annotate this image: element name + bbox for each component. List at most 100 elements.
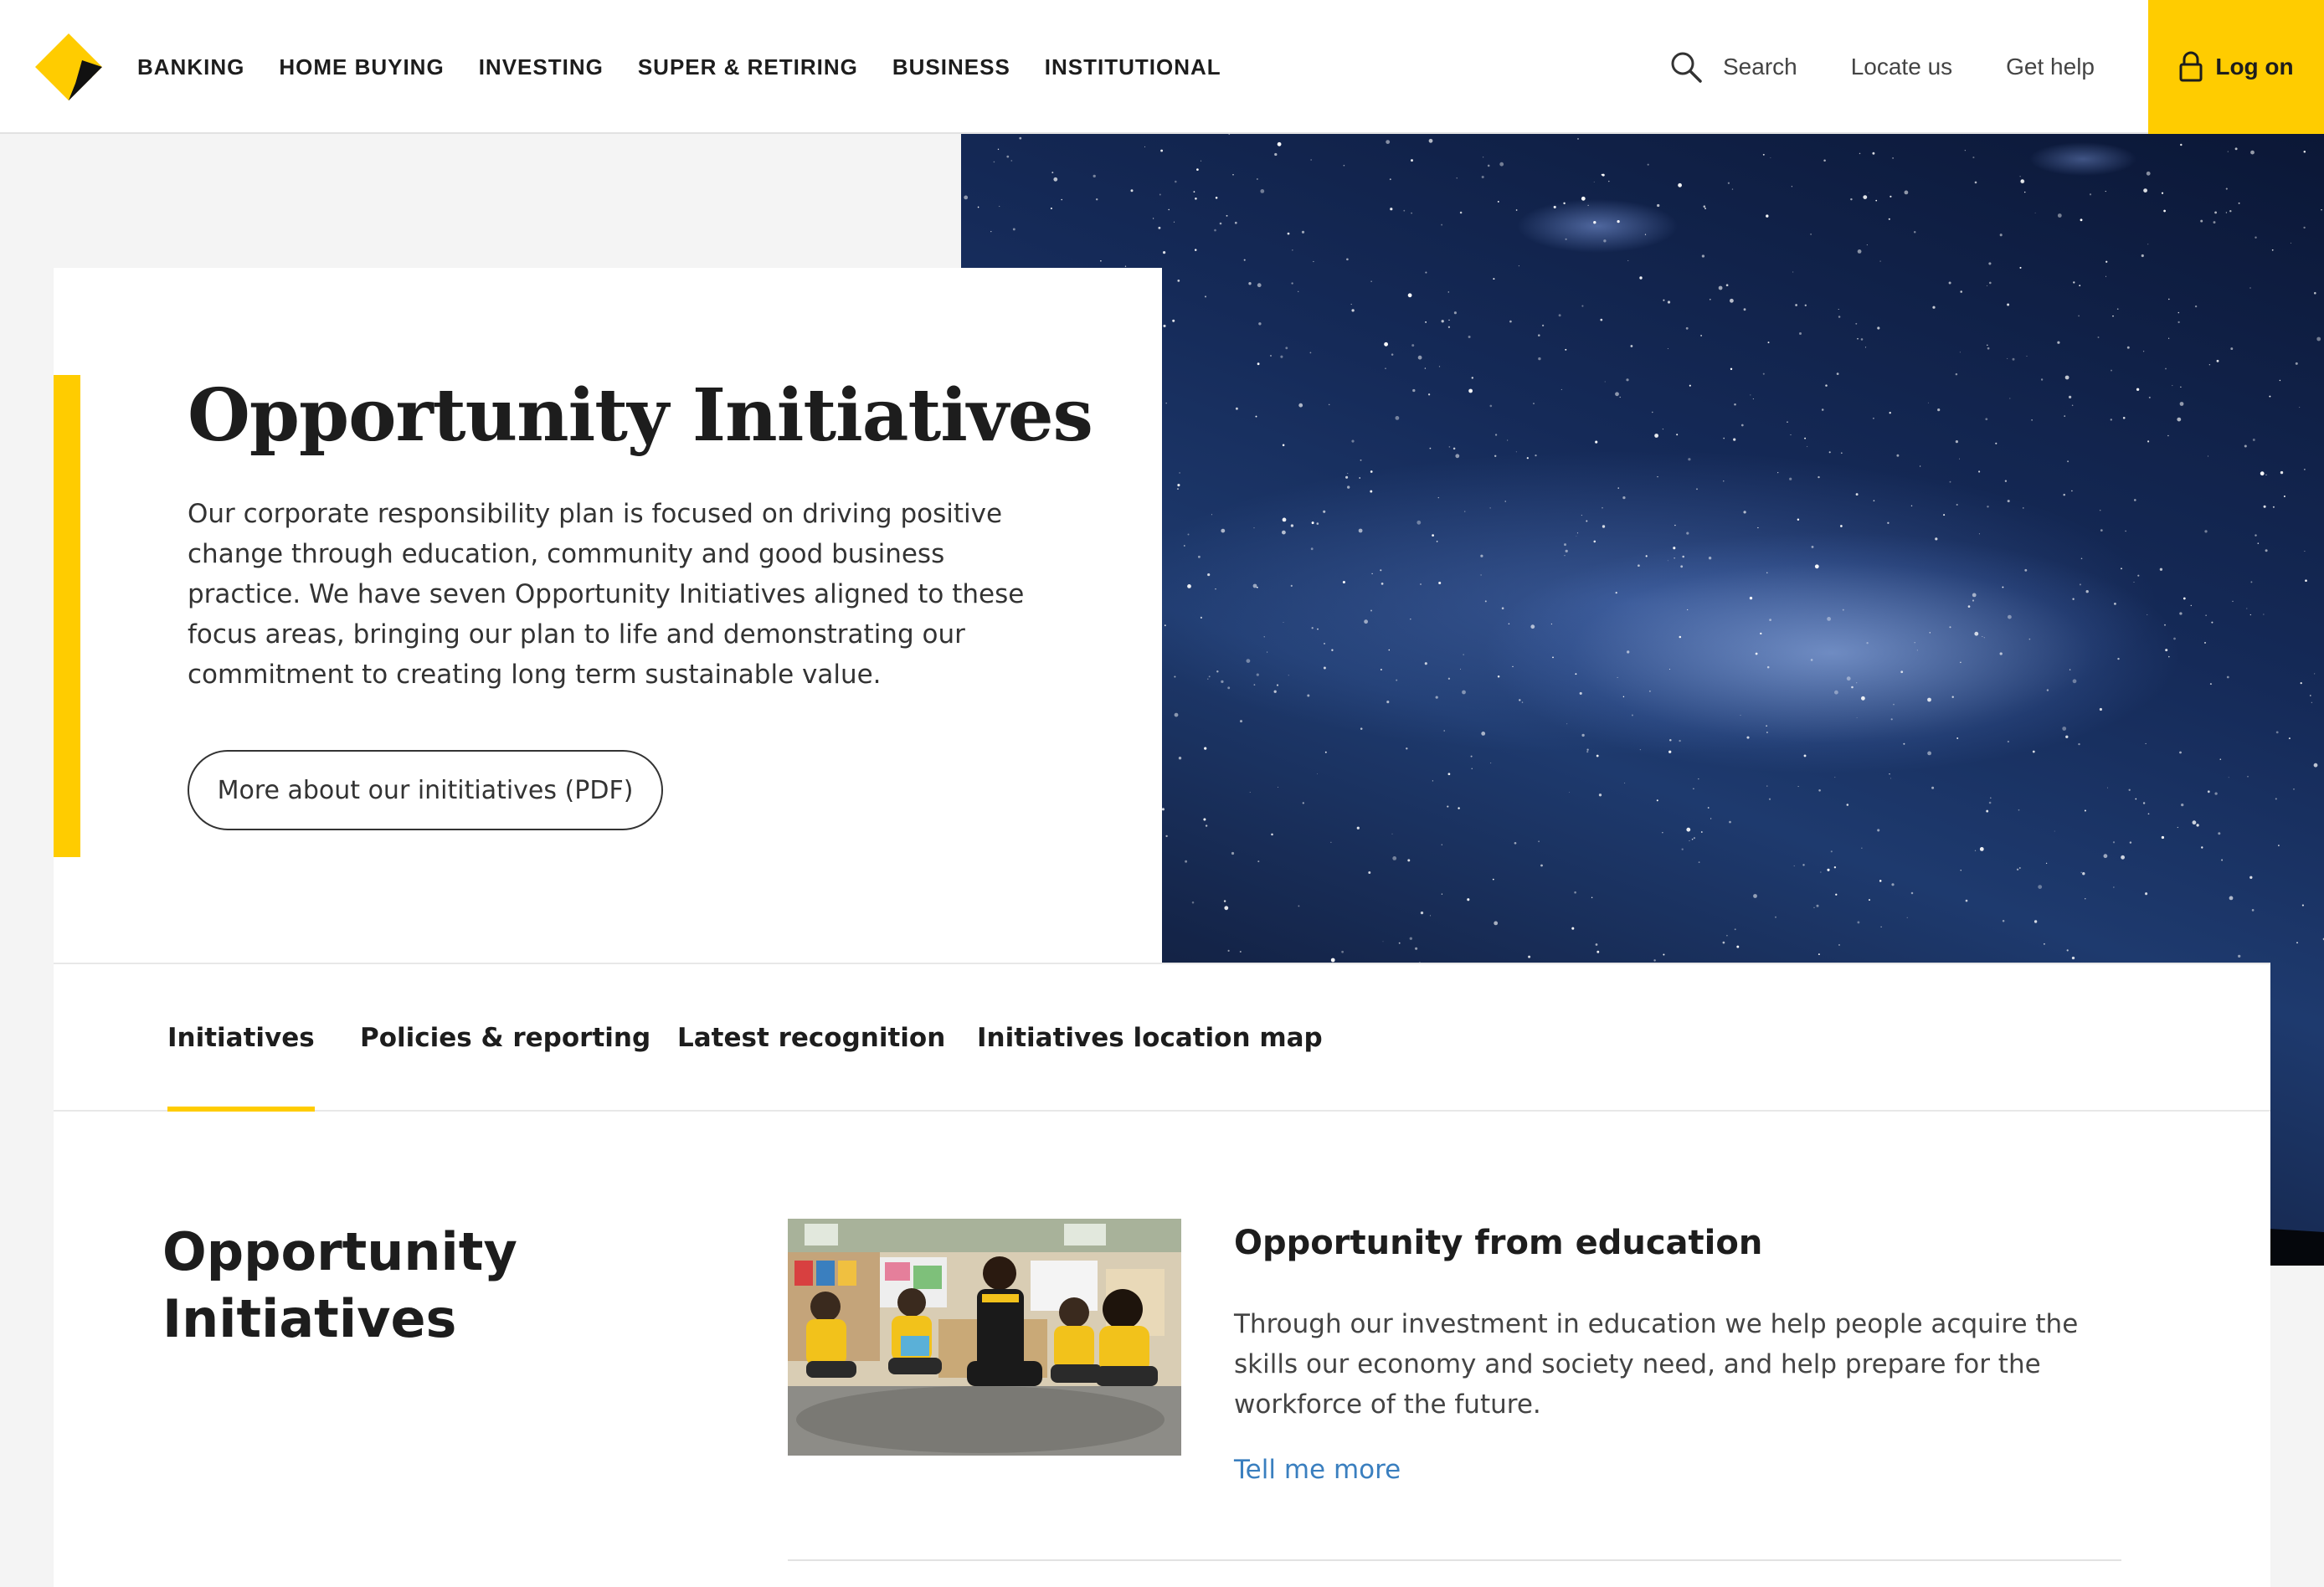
commbank-logo-icon[interactable] [33, 32, 104, 102]
star [1708, 557, 1712, 560]
star [2190, 604, 2192, 607]
star [1519, 699, 1521, 701]
star [1693, 788, 1694, 790]
tab-initiatives[interactable]: Initiatives [167, 964, 315, 1113]
star [1860, 338, 1864, 341]
star [1533, 403, 1535, 405]
star [1577, 137, 1579, 140]
star [2072, 679, 2077, 684]
star [2204, 641, 2206, 644]
star [2230, 347, 2234, 351]
nav-home-buying[interactable]: HOME BUYING [279, 54, 444, 80]
star [1470, 755, 1473, 758]
star [1974, 850, 1977, 851]
star [2168, 655, 2170, 658]
star [2249, 876, 2253, 879]
log-on-button[interactable]: Log on [2148, 0, 2324, 134]
star [2032, 750, 2035, 753]
nav-banking[interactable]: BANKING [137, 54, 244, 80]
star [1406, 747, 1408, 750]
star [1631, 714, 1633, 716]
star [1777, 472, 1779, 474]
search-button[interactable]: Search [1669, 50, 1797, 84]
star [1644, 234, 1647, 235]
star [1987, 506, 1989, 508]
star [1462, 690, 1466, 695]
star [2179, 612, 2183, 615]
star [1678, 182, 1682, 187]
star [1276, 684, 1279, 686]
star [2121, 568, 2122, 570]
nav-institutional[interactable]: INSTITUTIONAL [1045, 54, 1221, 80]
star [2164, 624, 2166, 626]
star [1972, 157, 1975, 159]
star [2073, 281, 2075, 284]
star [2255, 236, 2257, 239]
star [1753, 894, 1757, 898]
star [1292, 249, 1293, 251]
site-header: BANKING HOME BUYING INVESTING SUPER & RE… [0, 0, 2324, 134]
star [2269, 395, 2271, 398]
star [1204, 747, 1207, 750]
star [2180, 143, 2183, 146]
star [1343, 164, 1345, 167]
star [2008, 614, 2012, 619]
star [2250, 150, 2255, 155]
star [2026, 356, 2028, 357]
star [2214, 792, 2218, 795]
star [1424, 367, 1427, 369]
nav-super-retiring[interactable]: SUPER & RETIRING [638, 54, 858, 80]
star [1823, 159, 1826, 162]
star [2209, 683, 2212, 686]
star [1879, 880, 1882, 882]
star [2100, 529, 2103, 532]
star [2020, 179, 2025, 184]
nav-investing[interactable]: INVESTING [479, 54, 604, 80]
star [1231, 851, 1235, 855]
star [1818, 789, 1821, 792]
star [2045, 862, 2048, 864]
star [1723, 437, 1725, 439]
star [1679, 635, 1682, 639]
star [1568, 792, 1570, 794]
get-help-link[interactable]: Get help [2006, 54, 2095, 80]
star [2225, 212, 2228, 213]
tab-latest-recognition[interactable]: Latest recognition [677, 964, 945, 1112]
star [1866, 244, 1868, 246]
star [1769, 619, 1771, 621]
star [2165, 367, 2167, 370]
star [1211, 514, 1213, 516]
star [2177, 826, 2178, 829]
tab-initiatives-location-map[interactable]: Initiatives location map [977, 964, 1323, 1112]
star [1258, 322, 1262, 326]
star [1436, 541, 1438, 542]
star [2161, 835, 2165, 840]
star [2213, 221, 2216, 224]
star [2234, 147, 2238, 151]
star [1988, 801, 1992, 804]
tab-policies-reporting[interactable]: Policies & reporting [360, 964, 650, 1112]
initiatives-pdf-button[interactable]: More about our inititiatives (PDF) [188, 750, 663, 830]
search-icon [1671, 52, 1702, 83]
tell-me-more-link[interactable]: Tell me more [1234, 1455, 1401, 1485]
star [1608, 180, 1610, 182]
star [1861, 847, 1863, 849]
star [1836, 372, 1839, 375]
lock-icon [2179, 51, 2203, 82]
star [2121, 855, 2125, 860]
star [1972, 593, 1977, 598]
nav-business[interactable]: BUSINESS [892, 54, 1010, 80]
star [1540, 864, 1543, 867]
star [1243, 259, 1246, 261]
star [1797, 518, 1800, 521]
star [1538, 334, 1540, 336]
star [2249, 287, 2251, 289]
star [2238, 202, 2240, 204]
education-photo[interactable] [788, 1219, 1181, 1456]
locate-us-link[interactable]: Locate us [1851, 54, 1952, 80]
star [1617, 676, 1618, 678]
star [1411, 212, 1412, 214]
star [1507, 439, 1509, 441]
star [1581, 196, 1586, 201]
star [1420, 583, 1422, 585]
